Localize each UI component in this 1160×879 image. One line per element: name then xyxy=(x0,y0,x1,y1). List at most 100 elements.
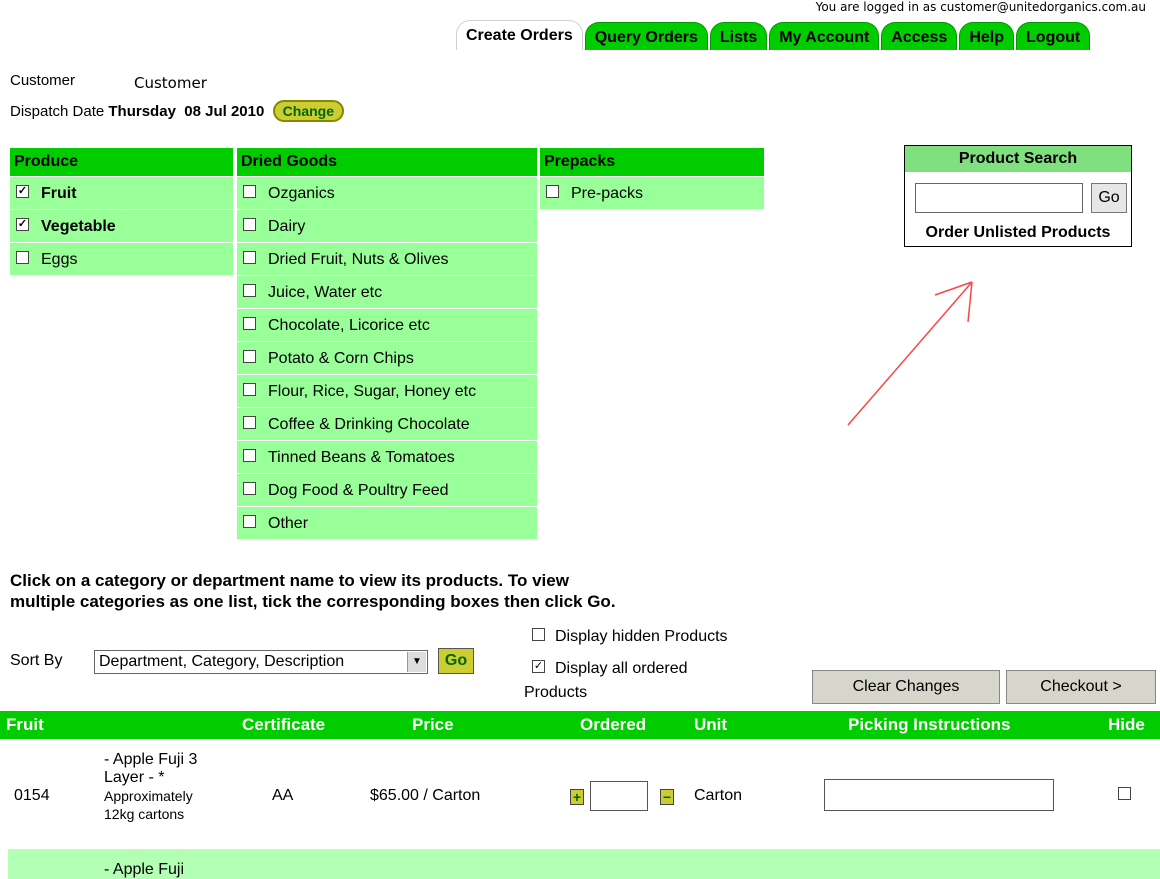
hide-checkbox[interactable] xyxy=(1118,787,1131,801)
category-label[interactable]: Coffee & Drinking Chocolate xyxy=(268,416,470,433)
display-ordered-label-cont: Products xyxy=(524,684,588,701)
eggs-checkbox[interactable] xyxy=(16,251,29,265)
category-checkbox[interactable] xyxy=(243,350,256,364)
instructions-text: Click on a category or department name t… xyxy=(10,570,616,612)
category-label[interactable]: Dried Fruit, Nuts & Olives xyxy=(268,251,448,268)
display-hidden-checkbox[interactable] xyxy=(532,628,545,642)
dispatch-date-row: Dispatch Date Thursday 08 Jul 2010 Chang… xyxy=(10,100,344,122)
category-label[interactable]: Ozganics xyxy=(268,185,335,202)
category-checkbox[interactable] xyxy=(243,482,256,496)
category-label[interactable]: Pre-packs xyxy=(571,185,643,202)
vegetable-checkbox[interactable]: ✓ xyxy=(16,218,29,232)
category-fruit[interactable]: ✓ Fruit xyxy=(10,176,233,209)
tab-my-account[interactable]: My Account xyxy=(769,22,880,50)
category-dog-food[interactable]: Dog Food & Poultry Feed xyxy=(237,473,537,506)
category-checkbox[interactable] xyxy=(243,383,256,397)
category-dairy[interactable]: Dairy xyxy=(237,209,537,242)
category-label[interactable]: Flour, Rice, Sugar, Honey etc xyxy=(268,383,476,400)
category-vegetable[interactable]: ✓ Vegetable xyxy=(10,209,233,242)
category-juice[interactable]: Juice, Water etc xyxy=(237,275,537,308)
prepacks-header[interactable]: Prepacks xyxy=(540,148,764,176)
logged-in-text: You are logged in as customer@unitedorga… xyxy=(815,0,1146,14)
sort-by-select[interactable]: Department, Category, Description ▼ xyxy=(94,650,428,674)
display-hidden-label: Display hidden Products xyxy=(555,628,728,645)
picking-instructions-input[interactable] xyxy=(824,779,1054,811)
tab-logout[interactable]: Logout xyxy=(1016,22,1091,50)
category-label[interactable]: Fruit xyxy=(41,185,77,202)
category-chips[interactable]: Potato & Corn Chips xyxy=(237,341,537,374)
dried-goods-column: Dried Goods Ozganics Dairy Dried Fruit, … xyxy=(237,148,537,539)
dispatch-date: 08 Jul 2010 xyxy=(184,103,265,120)
category-label[interactable]: Dairy xyxy=(268,218,305,235)
col-price[interactable]: Price xyxy=(412,715,454,735)
category-eggs[interactable]: Eggs xyxy=(10,242,233,275)
tab-help[interactable]: Help xyxy=(959,22,1015,50)
category-label[interactable]: Potato & Corn Chips xyxy=(268,350,414,367)
dried-goods-header[interactable]: Dried Goods xyxy=(237,148,537,176)
category-label[interactable]: Juice, Water etc xyxy=(268,284,382,301)
product-table-header: Fruit Certificate Price Ordered Unit Pic… xyxy=(0,711,1160,739)
col-ordered[interactable]: Ordered xyxy=(580,715,646,735)
category-checkbox[interactable] xyxy=(243,251,256,265)
instructions-line: Click on a category or department name t… xyxy=(10,571,569,590)
sort-go-button[interactable]: Go xyxy=(438,648,474,674)
category-pre-packs[interactable]: Pre-packs xyxy=(540,176,764,209)
decrement-button[interactable]: − xyxy=(660,789,674,805)
prepacks-column: Prepacks Pre-packs xyxy=(540,148,764,209)
display-ordered-checkbox[interactable]: ✓ xyxy=(532,660,545,674)
tab-query-orders[interactable]: Query Orders xyxy=(584,22,708,50)
category-dried-fruit[interactable]: Dried Fruit, Nuts & Olives xyxy=(237,242,537,275)
category-label[interactable]: Vegetable xyxy=(41,218,116,235)
category-label[interactable]: Eggs xyxy=(41,251,77,268)
col-certificate[interactable]: Certificate xyxy=(242,715,325,735)
display-hidden-option[interactable]: Display hidden Products xyxy=(532,628,728,646)
order-unlisted-link[interactable]: Order Unlisted Products xyxy=(905,224,1131,242)
category-checkbox[interactable] xyxy=(546,185,559,199)
col-unit[interactable]: Unit xyxy=(694,715,727,735)
category-label[interactable]: Tinned Beans & Tomatoes xyxy=(268,449,455,466)
category-ozganics[interactable]: Ozganics xyxy=(237,176,537,209)
category-checkbox[interactable] xyxy=(243,185,256,199)
dispatch-day: Thursday xyxy=(108,103,176,120)
fruit-checkbox[interactable]: ✓ xyxy=(16,185,29,199)
product-description[interactable]: - Apple Fuji 3 Layer - * Approximately 1… xyxy=(104,751,234,823)
category-checkbox[interactable] xyxy=(243,317,256,331)
product-description[interactable]: - Apple Fuji xyxy=(104,861,184,879)
hide-checkbox-cell xyxy=(1118,787,1131,805)
category-label[interactable]: Other xyxy=(268,515,308,532)
checkout-button[interactable]: Checkout > xyxy=(1006,670,1156,704)
display-ordered-option[interactable]: ✓ Display all ordered xyxy=(532,660,688,678)
col-picking[interactable]: Picking Instructions xyxy=(848,715,1010,735)
change-date-button[interactable]: Change xyxy=(272,100,344,122)
search-go-button[interactable]: Go xyxy=(1091,183,1127,213)
clear-changes-button[interactable]: Clear Changes xyxy=(812,670,1000,704)
category-label[interactable]: Dog Food & Poultry Feed xyxy=(268,482,449,499)
col-hide[interactable]: Hide xyxy=(1108,715,1145,735)
tab-lists[interactable]: Lists xyxy=(709,22,768,50)
category-flour[interactable]: Flour, Rice, Sugar, Honey etc xyxy=(237,374,537,407)
category-checkbox[interactable] xyxy=(243,218,256,232)
category-checkbox[interactable] xyxy=(243,416,256,430)
description-note: Approximately xyxy=(104,788,193,804)
certificate-value: AA xyxy=(272,787,294,804)
product-search-input[interactable] xyxy=(915,183,1083,213)
category-checkbox[interactable] xyxy=(243,449,256,463)
category-coffee[interactable]: Coffee & Drinking Chocolate xyxy=(237,407,537,440)
category-tinned[interactable]: Tinned Beans & Tomatoes xyxy=(237,440,537,473)
category-label[interactable]: Chocolate, Licorice etc xyxy=(268,317,430,334)
increment-button[interactable]: + xyxy=(570,789,584,805)
description-line: Layer - * xyxy=(104,769,165,786)
category-other[interactable]: Other xyxy=(237,506,537,539)
tab-create-orders[interactable]: Create Orders xyxy=(456,20,583,50)
table-row: 0154 - Apple Fuji 3 Layer - * Approximat… xyxy=(0,739,1160,849)
annotation-arrow-icon xyxy=(847,281,973,426)
category-checkbox[interactable] xyxy=(243,515,256,529)
tab-access[interactable]: Access xyxy=(881,22,958,50)
quantity-input[interactable] xyxy=(590,781,648,811)
produce-header[interactable]: Produce xyxy=(10,148,233,176)
sort-selected-value: Department, Category, Description xyxy=(99,653,345,670)
col-fruit[interactable]: Fruit xyxy=(6,715,44,735)
chevron-down-icon[interactable]: ▼ xyxy=(407,652,426,672)
category-chocolate[interactable]: Chocolate, Licorice etc xyxy=(237,308,537,341)
category-checkbox[interactable] xyxy=(243,284,256,298)
